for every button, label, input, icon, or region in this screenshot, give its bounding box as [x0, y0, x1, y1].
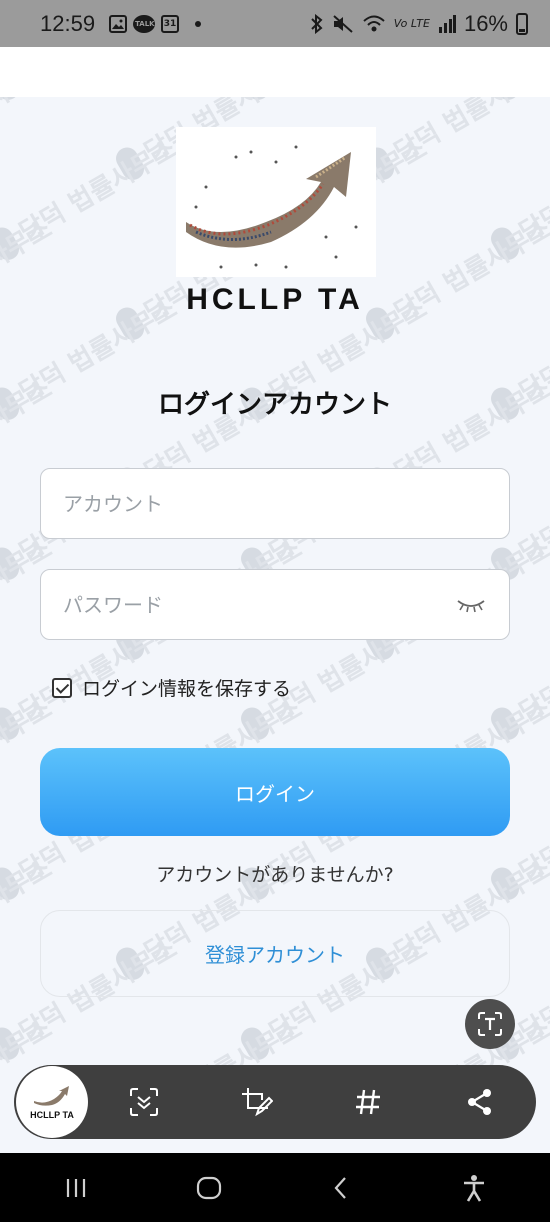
back-icon	[334, 1176, 347, 1199]
screenshot-toolbar: HCLLP TA	[14, 1065, 536, 1139]
edit-crop-icon	[242, 1088, 273, 1117]
thumbnail-logo-icon	[34, 1085, 69, 1106]
account-input[interactable]	[63, 491, 487, 516]
svg-text:담덕 법률사무소: 담덕 법률사무소	[389, 97, 550, 168]
svg-text:담덕 법률사무소: 담덕 법률사무소	[514, 454, 550, 568]
screenshot-thumbnail[interactable]: HCLLP TA	[16, 1066, 88, 1138]
svg-text:담덕 법률사무소: 담덕 법률사무소	[514, 614, 550, 728]
remember-label: ログイン情報を保存する	[82, 678, 292, 700]
accessibility-button[interactable]	[444, 1163, 504, 1213]
password-input[interactable]	[63, 592, 455, 617]
svg-text:담덕 법률사무소: 담덕 법률사무소	[14, 134, 182, 248]
share-icon	[468, 1089, 491, 1115]
toolbar-spacer	[0, 1139, 550, 1153]
svg-text:담덕 법률사무소: 담덕 법률사무소	[514, 134, 550, 248]
crowd-arrow-logo	[176, 127, 376, 277]
svg-text:담덕 법률사무소: 담덕 법률사무소	[0, 1014, 57, 1067]
talk-icon: TALK	[133, 14, 156, 33]
back-button[interactable]	[311, 1163, 371, 1213]
brand-name: HCLLP TA	[186, 283, 364, 316]
thumbnail-label: HCLLP TA	[30, 1109, 74, 1120]
wifi-icon	[363, 15, 385, 31]
hashtag-icon	[356, 1089, 380, 1115]
page-title: ログインアカウント	[157, 390, 392, 420]
calendar-icon: 31	[161, 14, 180, 33]
register-button[interactable]: 登録アカウント	[40, 910, 510, 997]
bluetooth-icon	[311, 13, 323, 34]
battery-percent: 16%	[463, 10, 508, 36]
mute-icon	[333, 14, 353, 33]
signal-icon	[438, 14, 456, 33]
svg-text:담덕 법률사무소: 담덕 법률사무소	[514, 934, 550, 1048]
remember-login-row[interactable]: ログイン情報を保存する	[52, 674, 291, 701]
no-account-text: アカウントがありませんか?	[156, 864, 394, 886]
edit-crop-button[interactable]	[200, 1065, 312, 1139]
notification-dot-icon	[195, 20, 202, 27]
recent-apps-icon	[67, 1178, 86, 1197]
hashtag-button[interactable]	[312, 1065, 424, 1139]
eye-closed-icon[interactable]	[455, 595, 487, 615]
home-icon	[196, 1176, 221, 1199]
svg-text:담덕 법률사무소: 담덕 법률사무소	[139, 1014, 307, 1067]
scan-text-icon	[478, 1012, 502, 1036]
system-nav-bar	[0, 1153, 550, 1222]
extract-text-button[interactable]	[465, 999, 515, 1049]
app-top-bar	[0, 47, 550, 97]
scroll-capture-icon	[130, 1088, 158, 1116]
battery-icon	[516, 12, 528, 35]
svg-text:담덕 법률사무소: 담덕 법률사무소	[0, 97, 57, 168]
status-bar: 12:59 TALK 31 Vo LTE 16%	[0, 0, 550, 47]
status-right: Vo LTE 16%	[310, 11, 528, 37]
accessibility-icon	[463, 1174, 484, 1202]
gallery-icon	[109, 14, 128, 33]
scroll-capture-button[interactable]	[88, 1065, 200, 1139]
home-button[interactable]	[179, 1163, 239, 1213]
password-field[interactable]	[40, 569, 510, 640]
account-field[interactable]	[40, 468, 510, 539]
recent-apps-button[interactable]	[46, 1163, 106, 1213]
login-button[interactable]: ログイン	[40, 748, 510, 836]
network-label: Vo LTE	[393, 17, 430, 30]
remember-checkbox[interactable]	[52, 677, 72, 698]
share-button[interactable]	[424, 1065, 536, 1139]
status-time: 12:59	[40, 10, 96, 36]
